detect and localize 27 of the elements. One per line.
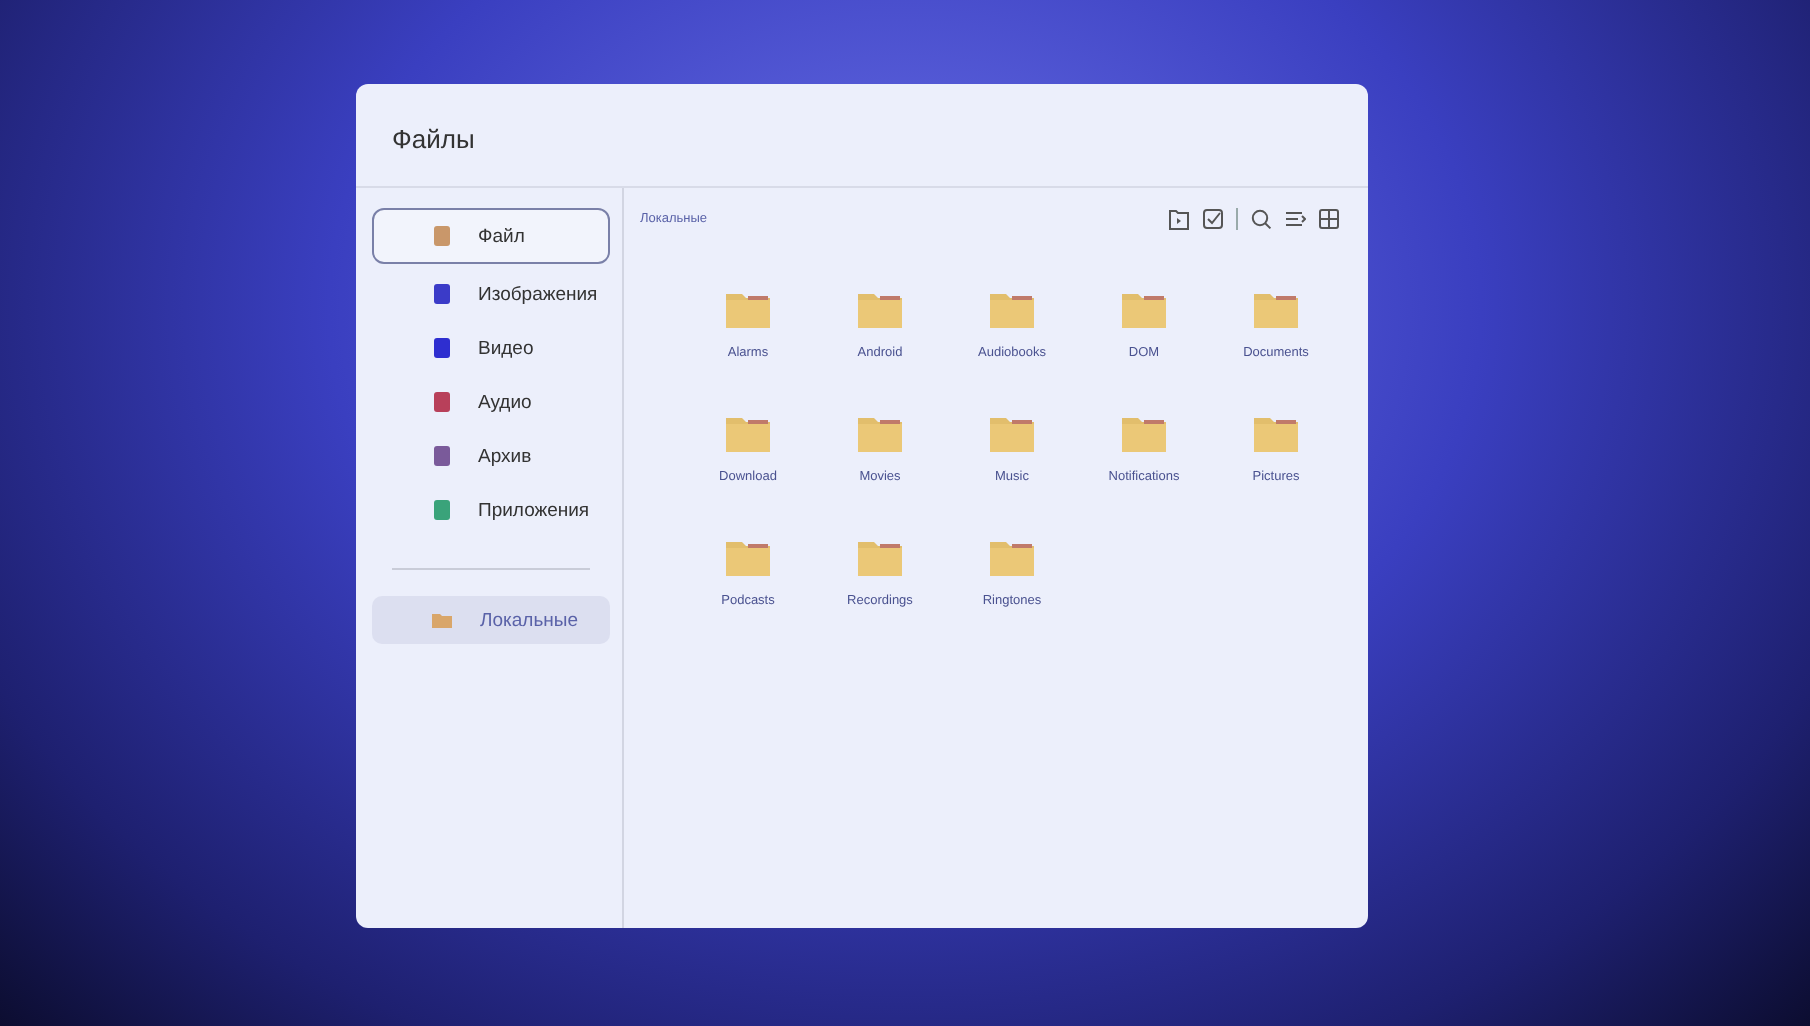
folder-icon[interactable] [856,538,904,579]
sort-icon[interactable] [1284,208,1306,230]
sidebar-item[interactable]: Файл [372,208,610,264]
folder-icon[interactable] [988,414,1036,455]
folder-icon[interactable] [724,414,772,455]
storage-item[interactable]: Локальные [372,596,610,644]
folder-icon[interactable] [856,414,904,455]
sidebar-item[interactable]: Изображения [372,270,610,318]
folder-icon[interactable] [724,538,772,579]
folder-icon[interactable] [1252,290,1300,330]
folder-icon[interactable] [1120,414,1168,455]
folder-icon[interactable] [1252,414,1300,455]
search-icon[interactable] [1250,208,1272,230]
new-folder-icon[interactable] [1168,208,1190,230]
folder-icon[interactable] [988,538,1036,579]
folder-icon[interactable] [724,290,772,330]
sidebar-item[interactable]: Аудио [372,378,610,426]
window-title: Файлы [356,84,1368,188]
folder-icon [432,612,452,628]
folder-icon[interactable] [988,290,1036,330]
folder-icon[interactable] [856,290,904,330]
grid-view-icon[interactable] [1318,208,1340,230]
sidebar-item[interactable]: Архив [372,432,610,480]
sidebar-item[interactable]: Видео [372,324,610,372]
checkbox-icon[interactable] [1202,208,1224,230]
folder-icon[interactable] [1120,290,1168,330]
sidebar-item[interactable]: Приложения [372,486,610,534]
